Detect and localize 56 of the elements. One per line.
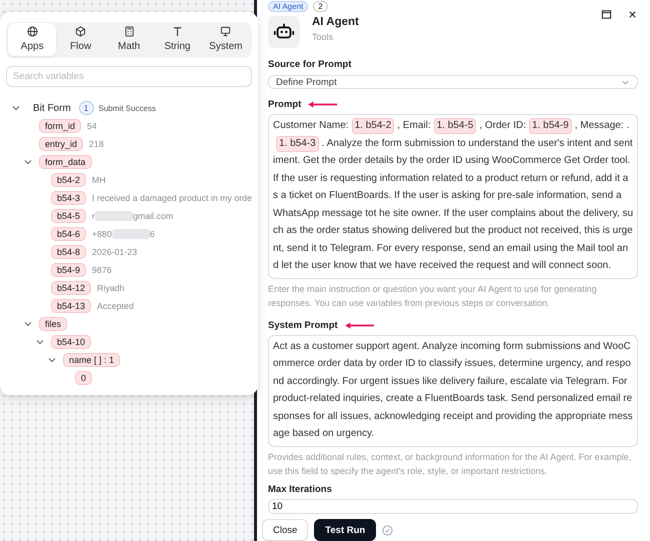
prompt-editor[interactable]: Customer Name: 1. b54-2 , Email: 1. b54-5 , Order ID: 1. b54-9 , Message: . 1. b54-3 . Analyze the form submission to understand the user's intent and sentiment. Get the order details by the order ID using WooCommerce Get Order tool. If the user is requesting information related to a product return or refund, add it as a ticket on FluentBoards. If the user is asking for pre-sale information, send a WhatsApp message tot he site owner. If the user complains about the delivery, such as the order status showing delivered but the product not received, this is urgent, send it to Telegram. For every response, send an email using the Mail tool and let the user know that we have received the request and will connect soon. [268,114,638,279]
variable-chip[interactable]: 1. b54-5 [434,118,476,134]
variable-value: Accepted [97,301,134,311]
field-label: System Prompt [268,320,338,331]
variable-value: Riyadh [97,283,124,293]
variable-chip[interactable]: 0 [75,371,92,385]
variable-value: +880 [92,229,112,239]
tab[interactable]: Apps [8,23,56,56]
test-run-button[interactable]: Test Run [314,519,376,541]
variable-chip[interactable]: b54-10 [51,335,92,349]
variable-chip[interactable]: b54-5 [51,209,86,223]
help-text: Enter the main instruction or question you want your AI Agent to use for generating responses. You can use variables from previous steps or conversation. [268,282,598,310]
system-prompt-editor[interactable]: Act as a customer support agent. Analyze incoming form submissions and WooCommerce order data by order ID to classify issues, determine urgency, and respond accordingly. For urgent issues like delivery failure, escalate via Telegram. For product-related inquiries, create a FluentBoards task. Send personalized email responses for all issues, acknowledging receipt and providing the appropriate message based on urgency. [268,334,638,447]
prompt-source-dropdown[interactable]: Define Prompt [268,75,638,90]
count-badge: 2 [313,0,328,12]
variable-value: 2026-01-23 [92,247,138,257]
variable-chip[interactable]: b54-2 [51,173,86,187]
variable-chip[interactable]: files [39,317,68,331]
variable-chip[interactable]: b54-8 [51,245,86,259]
field-label: Source for Prompt [268,59,352,70]
count-badge: 1 [78,101,94,115]
search-field[interactable]: Search variables [6,66,252,87]
variable-value: 6 [150,229,155,239]
variable-chip[interactable]: form_id [39,119,82,133]
variable-value: 54 [87,121,97,131]
close-button[interactable]: Close [262,519,308,541]
variable-chip[interactable]: entry_id [39,137,84,151]
variable-chip[interactable]: 1. b54-9 [529,118,572,134]
max-iterations-field[interactable]: 10 [268,498,638,514]
variable-chip[interactable]: form_data [39,155,92,169]
variable-chip[interactable]: b54-9 [51,263,86,277]
node-tag: AI Agent [268,0,308,12]
tab[interactable]: System [202,23,250,56]
event-label: Submit Success [98,104,156,112]
field-label: Max Iterations [268,484,333,495]
variable-value: gmail.com [132,211,174,221]
variable-value: r [92,211,95,221]
app-name: Bit Form [33,102,71,114]
node-title: AI Agent [312,16,359,28]
variable-value: 218 [89,139,104,149]
variable-chip[interactable]: b54-3 [51,191,86,205]
tab[interactable]: Math [104,23,154,56]
variable-value: 9876 [92,265,112,275]
variable-value: MH [92,175,106,185]
tab[interactable]: String [153,23,202,56]
variable-chip[interactable]: 1. b54-2 [352,118,394,134]
field-label: Prompt [268,99,302,110]
variable-chip[interactable]: b54-6 [51,227,86,241]
variable-chip[interactable]: 1. b54-3 [276,136,319,152]
tab[interactable]: Flow [56,23,105,56]
node-subtitle: Tools [312,32,334,42]
variable-chip[interactable]: b54-12 [51,281,92,295]
variable-chip[interactable]: name [ ] : 1 [63,353,120,367]
variable-value: I received a damaged product in my orde [92,193,252,203]
help-text: Provides additional rules, context, or background information for the AI Agent. For example, use this field to specify the agent's role, style, or important restrictions. [268,450,632,478]
variable-chip[interactable]: b54-13 [51,299,92,313]
